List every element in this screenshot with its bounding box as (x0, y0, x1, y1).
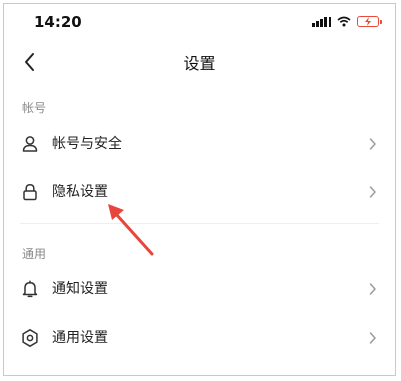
status-bar: 14:20 (4, 4, 395, 40)
settings-item-notifications[interactable]: 通知设置 (4, 269, 395, 309)
gear-icon (22, 329, 38, 347)
settings-item-label: 通用设置 (52, 330, 108, 346)
navigation-bar: 设置 (4, 44, 395, 80)
settings-item-label: 帐号与安全 (52, 136, 122, 152)
status-time: 14:20 (34, 13, 82, 31)
signal-icon (312, 16, 331, 27)
status-icons (312, 16, 382, 27)
settings-item-privacy[interactable]: 隐私设置 (4, 172, 395, 212)
page-title: 设置 (183, 54, 216, 73)
wifi-icon (337, 16, 351, 27)
battery-icon (357, 16, 382, 27)
chevron-right-icon (369, 186, 376, 198)
section-label-general: 通用 (22, 247, 47, 261)
settings-item-label: 通知设置 (52, 281, 108, 297)
user-icon (22, 136, 38, 152)
chevron-right-icon (369, 283, 376, 295)
bell-icon (22, 280, 38, 298)
chevron-right-icon (369, 138, 376, 150)
section-divider (20, 223, 379, 224)
charging-bolt-icon (365, 17, 371, 26)
settings-item-label: 隐私设置 (52, 184, 108, 200)
chevron-right-icon (369, 332, 376, 344)
settings-item-general[interactable]: 通用设置 (4, 318, 395, 358)
settings-item-account-security[interactable]: 帐号与安全 (4, 124, 395, 164)
phone-screen: 14:20 设置 帐号 帐号与安全 隐私设置 通用 通知设置 通用设置 (3, 3, 396, 376)
section-label-account: 帐号 (22, 101, 47, 115)
lock-icon (23, 184, 37, 201)
